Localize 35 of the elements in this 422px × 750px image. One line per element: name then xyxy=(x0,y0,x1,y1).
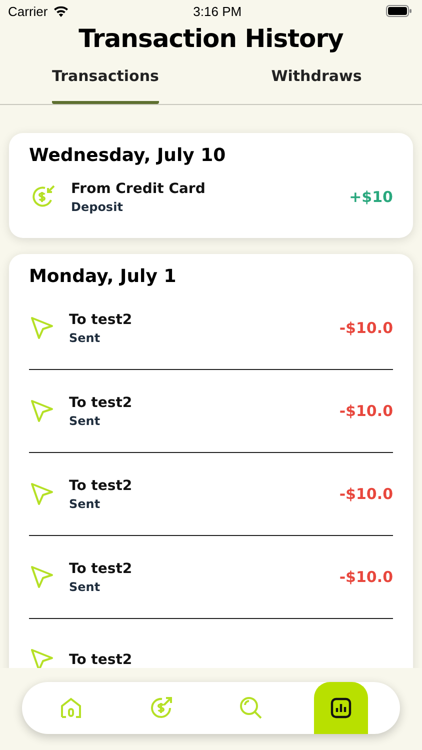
send-arrow-icon xyxy=(29,564,55,590)
transaction-type: Sent xyxy=(69,496,102,510)
send-arrow-icon xyxy=(29,481,55,507)
status-time: 3:16 PM xyxy=(193,4,242,18)
transaction-title: To test2 xyxy=(69,394,134,410)
dollar-send-icon[interactable] xyxy=(148,695,174,721)
transaction-type: Sent xyxy=(69,330,102,344)
transaction-amount: +$10 xyxy=(349,188,393,206)
transaction-title: To test2 xyxy=(69,652,134,668)
chart-icon[interactable] xyxy=(330,697,352,719)
wifi-icon xyxy=(52,5,69,17)
battery-icon xyxy=(386,5,412,17)
transaction-amount: -$10.0 xyxy=(339,568,393,586)
transaction-amount: -$10.0 xyxy=(339,319,393,337)
home-icon[interactable] xyxy=(59,696,83,720)
tab[interactable]: Withdraws xyxy=(271,67,362,104)
tab[interactable]: Transactions xyxy=(52,67,159,104)
send-arrow-icon xyxy=(29,315,55,341)
nav-tab[interactable] xyxy=(314,682,368,734)
date-heading: Wednesday, July 10 xyxy=(29,145,227,166)
page-title: Transaction History xyxy=(78,24,344,53)
transaction-type: Sent xyxy=(69,414,102,428)
date-heading: Monday, July 1 xyxy=(29,266,178,287)
transaction-title: To test2 xyxy=(69,312,134,328)
send-arrow-icon xyxy=(29,398,55,424)
carrier-label: Carrier xyxy=(8,4,48,18)
transaction-amount: -$10.0 xyxy=(339,402,393,420)
send-arrow-icon xyxy=(29,647,55,668)
search-icon[interactable] xyxy=(238,695,264,721)
transaction-title: To test2 xyxy=(69,560,134,576)
transaction-type: Sent xyxy=(69,580,102,594)
transaction-amount: -$10.0 xyxy=(339,485,393,503)
transaction-type: Deposit xyxy=(71,200,124,214)
transaction-title: To test2 xyxy=(69,478,134,494)
transaction-title: From Credit Card xyxy=(71,180,206,196)
